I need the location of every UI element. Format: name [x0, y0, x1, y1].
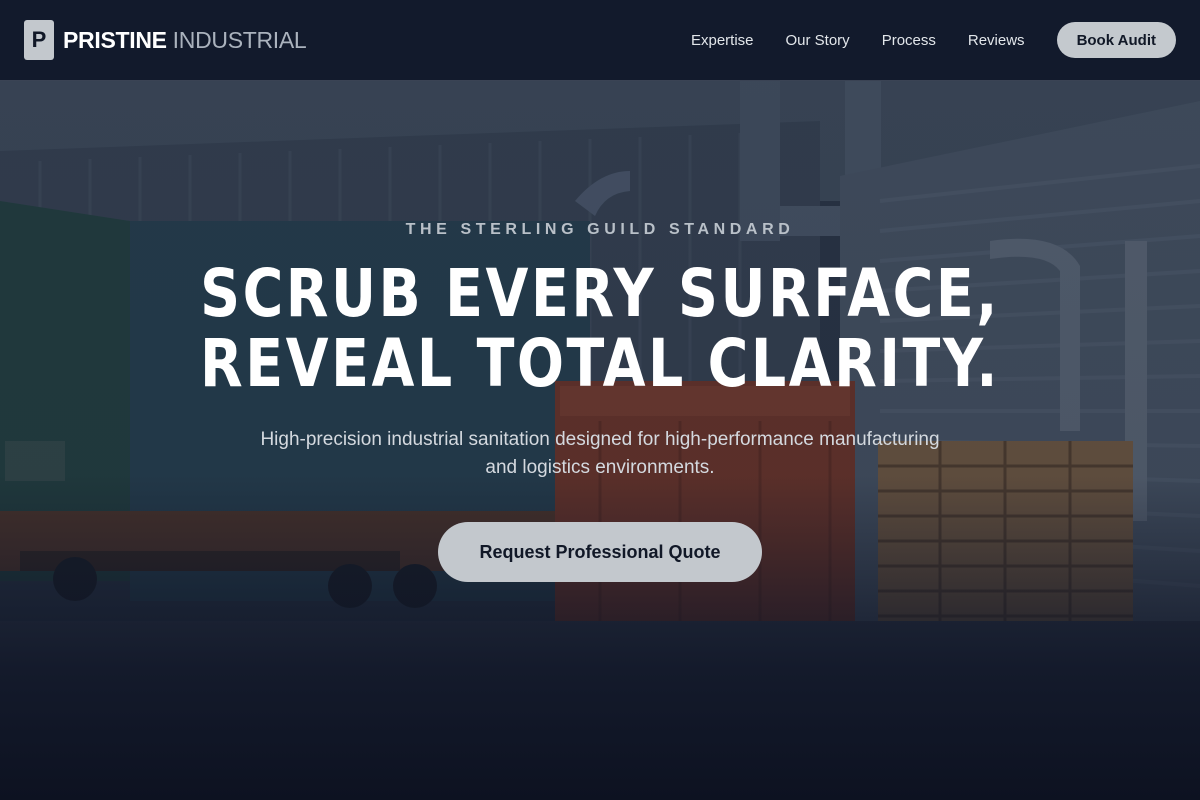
headline-line-2: REVEAL TOTAL CLARITY.	[200, 325, 1000, 402]
request-quote-button[interactable]: Request Professional Quote	[438, 522, 762, 582]
brand-name-light: INDUSTRIAL	[172, 26, 307, 53]
brand-name-strong: PRISTINE	[63, 26, 167, 53]
nav-link-reviews[interactable]: Reviews	[968, 32, 1025, 49]
hero-section: THE STERLING GUILD STANDARD SCRUB EVERY …	[0, 81, 1200, 800]
nav-link-process[interactable]: Process	[882, 32, 936, 49]
headline-line-1: SCRUB EVERY SURFACE,	[200, 255, 1000, 332]
nav-link-expertise[interactable]: Expertise	[691, 32, 754, 49]
brand-wordmark: PRISTINE INDUSTRIAL	[63, 26, 307, 54]
landing-page: P PRISTINE INDUSTRIAL Expertise Our Story…	[0, 0, 1200, 800]
logo-mark: P	[24, 20, 54, 60]
nav-link-our-story[interactable]: Our Story	[786, 32, 850, 49]
top-navigation: P PRISTINE INDUSTRIAL Expertise Our Story…	[0, 0, 1200, 81]
brand-logo[interactable]: P PRISTINE INDUSTRIAL	[24, 20, 307, 60]
book-audit-button[interactable]: Book Audit	[1056, 22, 1176, 58]
hero-subheadline: High-precision industrial sanitation des…	[260, 429, 940, 478]
nav-menu: Expertise Our Story Process Reviews Book…	[691, 22, 1176, 58]
hero-headline: SCRUB EVERY SURFACE, REVEAL TOTAL CLARIT…	[96, 259, 1104, 399]
hero-eyebrow: THE STERLING GUILD STANDARD	[405, 221, 795, 238]
